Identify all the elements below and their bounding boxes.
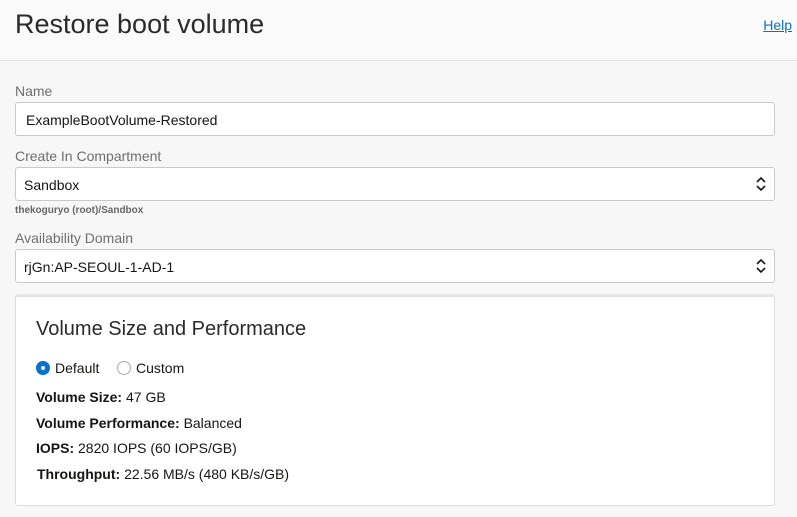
compartment-value: Sandbox	[24, 177, 80, 193]
radio-unchecked-icon	[117, 361, 131, 375]
page-title: Restore boot volume	[15, 9, 265, 39]
volume-performance-row: Volume Performance: Balanced	[36, 415, 242, 431]
radio-custom[interactable]: Custom	[117, 360, 184, 376]
panel-title: Volume Size and Performance	[36, 318, 307, 340]
compartment-label: Create In Compartment	[15, 148, 162, 164]
name-label: Name	[15, 83, 53, 99]
row-value: 22.56 MB/s (480 KB/s/GB)	[124, 466, 290, 482]
compartment-path: thekoguryo (root)/Sandbox	[15, 205, 144, 216]
radio-custom-label: Custom	[136, 360, 185, 376]
row-value: 47 GB	[125, 389, 166, 405]
row-label: Volume Size:	[36, 389, 123, 405]
help-link[interactable]: Help	[763, 17, 792, 33]
page-header: Restore boot volume Help	[0, 0, 797, 61]
chevron-updown-icon	[756, 258, 766, 274]
row-label: Throughput:	[37, 466, 121, 482]
name-value: ExampleBootVolume-Restored	[26, 112, 218, 128]
row-value: 2820 IOPS (60 IOPS/GB)	[78, 440, 237, 456]
volume-size-row: Volume Size: 47 GB	[36, 389, 166, 405]
throughput-row: Throughput: 22.56 MB/s (480 KB/s/GB)	[37, 466, 289, 482]
radio-default-label: Default	[55, 360, 100, 376]
row-value: Balanced	[183, 415, 242, 431]
row-label: Volume Performance:	[36, 415, 180, 431]
radio-checked-icon	[36, 361, 50, 375]
radio-default[interactable]: Default	[36, 360, 99, 376]
ad-value: rjGn:AP-SEOUL-1-AD-1	[24, 259, 175, 275]
compartment-select[interactable]: Sandbox	[15, 167, 775, 201]
iops-row: IOPS: 2820 IOPS (60 IOPS/GB)	[36, 440, 237, 456]
chevron-updown-icon	[756, 176, 766, 192]
name-input[interactable]: ExampleBootVolume-Restored	[15, 102, 775, 136]
row-label: IOPS:	[36, 440, 75, 456]
ad-label: Availability Domain	[15, 230, 134, 246]
volume-size-panel: Volume Size and Performance Default Cust…	[15, 294, 775, 506]
availability-domain-select[interactable]: rjGn:AP-SEOUL-1-AD-1	[15, 249, 775, 283]
